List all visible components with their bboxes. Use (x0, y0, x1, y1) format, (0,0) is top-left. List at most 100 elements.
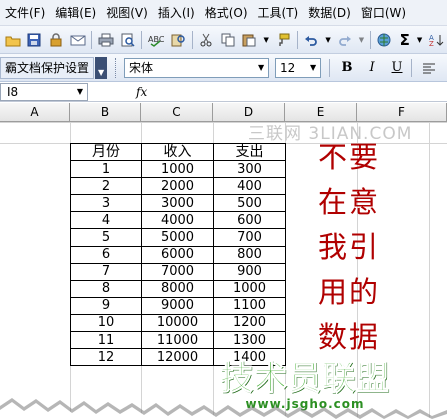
copy-icon[interactable] (219, 31, 237, 49)
table-cell[interactable]: 9000 (141, 296, 214, 315)
name-box-value: I8 (7, 84, 19, 99)
sort-ascending-icon[interactable]: AZ (427, 31, 445, 49)
print-preview-icon[interactable] (119, 31, 137, 49)
chevron-down-icon[interactable]: ▼ (306, 59, 320, 77)
table-cell[interactable]: 900 (213, 262, 286, 281)
table-cell[interactable]: 1100 (213, 296, 286, 315)
table-cell[interactable]: 4000 (141, 211, 214, 230)
chevron-down-icon[interactable]: ▼ (73, 83, 87, 101)
name-box[interactable]: I8 ▼ (0, 82, 88, 101)
table-cell[interactable]: 600 (213, 211, 286, 230)
spelling-icon[interactable]: ABC (147, 31, 165, 49)
table-row: 8 8000 1000 (70, 279, 286, 298)
table-row: 2 2000 400 (70, 177, 286, 196)
permission-icon[interactable] (47, 31, 65, 49)
menu-view[interactable]: 视图(V) (101, 4, 153, 21)
table-row: 5 5000 700 (70, 228, 286, 247)
align-left-icon[interactable] (418, 58, 440, 78)
open-icon[interactable] (4, 31, 22, 49)
undo-dropdown-icon[interactable]: ▼ (324, 31, 332, 49)
table-cell[interactable]: 4 (70, 211, 142, 230)
table-cell[interactable]: 8 (70, 279, 142, 298)
annotation-line: 不要 (318, 140, 381, 174)
autosum-dropdown-icon[interactable]: ▼ (416, 31, 424, 49)
redo-icon[interactable] (336, 31, 354, 49)
redo-dropdown-icon[interactable]: ▼ (358, 31, 366, 49)
table-cell[interactable]: 9 (70, 296, 142, 315)
table-cell[interactable]: 10 (70, 313, 142, 333)
table-cell[interactable]: 8000 (141, 279, 214, 298)
table-cell[interactable]: 3000 (141, 194, 214, 213)
insert-function-icon[interactable]: fx (136, 85, 147, 99)
email-icon[interactable] (69, 31, 87, 49)
table-cell[interactable]: 1000 (141, 160, 214, 179)
table-cell[interactable]: 7000 (141, 262, 214, 281)
font-size-value: 12 (280, 60, 296, 75)
table-cell[interactable]: 1 (70, 160, 142, 179)
table-cell[interactable]: 2000 (141, 177, 214, 196)
menu-file[interactable]: 文件(F) (0, 4, 50, 21)
underline-button[interactable]: U (386, 58, 408, 78)
standard-toolbar: ABC ▼ ▼ ▼ Σ ▼ AZ (0, 26, 447, 54)
column-header-c[interactable]: C (141, 103, 213, 122)
table-cell[interactable]: 5 (70, 228, 142, 247)
data-table: 月份 收入 支出 1 1000 300 2 2000 400 3 3000 500 4 4000 60… (70, 142, 286, 367)
undo-icon[interactable] (303, 31, 321, 49)
table-cell[interactable]: 6000 (141, 245, 214, 264)
menu-edit[interactable]: 编辑(E) (50, 4, 101, 21)
table-cell[interactable]: 6 (70, 245, 142, 264)
document-protect-button[interactable]: 霸文档保护设置 (0, 56, 95, 79)
table-cell[interactable]: 10000 (141, 313, 214, 333)
table-cell[interactable]: 700 (213, 228, 286, 247)
table-cell[interactable]: 5000 (141, 228, 214, 247)
toolbar-separator (191, 30, 193, 49)
chevron-down-icon[interactable]: ▼ (254, 59, 268, 77)
table-cell[interactable]: 800 (213, 245, 286, 264)
toolbar-separator (296, 30, 298, 49)
menu-data[interactable]: 数据(D) (303, 4, 356, 21)
research-icon[interactable] (169, 31, 187, 49)
table-cell[interactable]: 400 (213, 177, 286, 196)
column-header-b[interactable]: B (70, 103, 141, 122)
table-cell[interactable]: 1300 (213, 331, 286, 350)
table-cell[interactable]: 1200 (213, 313, 286, 333)
table-cell[interactable]: 1000 (213, 279, 286, 298)
menu-format[interactable]: 格式(O) (200, 4, 253, 21)
print-icon[interactable] (97, 31, 115, 49)
paste-icon[interactable] (241, 31, 259, 49)
table-cell[interactable]: 11 (70, 331, 142, 350)
toolbar-grip[interactable] (115, 57, 118, 78)
table-header-cell[interactable]: 支出 (213, 142, 286, 162)
table-header-cell[interactable]: 月份 (70, 142, 142, 162)
table-cell[interactable]: 500 (213, 194, 286, 213)
menu-tools[interactable]: 工具(T) (253, 4, 304, 21)
hyperlink-icon[interactable] (376, 31, 394, 49)
table-cell[interactable]: 12 (70, 348, 142, 367)
table-cell[interactable]: 300 (213, 160, 286, 179)
toolbar-options-icon[interactable]: ▼ (95, 56, 108, 79)
italic-button[interactable]: I (361, 58, 383, 78)
column-header-a[interactable]: A (0, 103, 70, 122)
table-cell[interactable]: 7 (70, 262, 142, 281)
table-cell[interactable]: 2 (70, 177, 142, 196)
format-painter-icon[interactable] (274, 31, 292, 49)
menu-window[interactable]: 窗口(W) (356, 4, 411, 21)
save-icon[interactable] (26, 31, 44, 49)
paste-dropdown-icon[interactable]: ▼ (262, 31, 270, 49)
font-name-select[interactable]: 宋体 ▼ (124, 57, 270, 78)
table-row: 10 10000 1200 (70, 313, 286, 333)
table-header-cell[interactable]: 收入 (141, 142, 214, 162)
font-size-select[interactable]: 12 ▼ (275, 57, 322, 78)
grid-line (429, 122, 430, 419)
toolbar-separator (329, 58, 331, 77)
cut-icon[interactable] (198, 31, 216, 49)
table-cell[interactable]: 12000 (141, 348, 214, 367)
table-cell[interactable]: 11000 (141, 331, 214, 350)
table-cell[interactable]: 3 (70, 194, 142, 213)
formula-bar: I8 ▼ fx (0, 82, 447, 102)
autosum-icon[interactable]: Σ (398, 31, 412, 49)
menu-insert[interactable]: 插入(I) (153, 4, 200, 21)
formatting-toolbar: 霸文档保护设置 ▼ 宋体 ▼ 12 ▼ B I U (0, 54, 447, 82)
table-row: 9 9000 1100 (70, 296, 286, 315)
bold-button[interactable]: B (336, 58, 358, 78)
